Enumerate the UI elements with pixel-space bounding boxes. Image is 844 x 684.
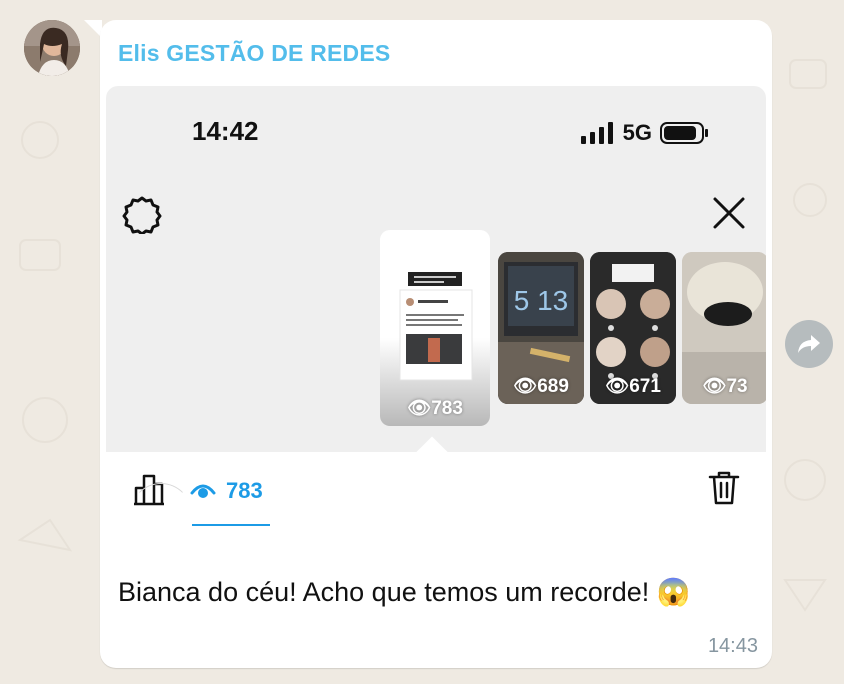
viewers-tab[interactable]: 783 (190, 478, 263, 504)
message-timestamp: 14:43 (707, 635, 758, 657)
network-label: 5G (622, 120, 652, 145)
avatar-outline-partial (130, 483, 192, 545)
status-bar-time: 14:42 (192, 116, 259, 146)
story-view-count: 👁783 (407, 398, 463, 419)
image-attachment[interactable]: 14:42 5G 👁783 5 13 👁689 👁671 👁73 783 (106, 86, 766, 566)
story-view-count: 👁73 (702, 376, 748, 397)
story-screen: 14:42 5G 👁783 5 13 👁689 👁671 👁73 (106, 86, 766, 452)
story-thumbnail-selected[interactable]: 👁783 (380, 230, 490, 426)
battery-icon (660, 122, 708, 144)
close-icon[interactable] (712, 196, 746, 230)
eye-icon (190, 484, 216, 498)
story-view-count: 👁671 (605, 376, 661, 397)
story-view-count: 👁689 (513, 376, 569, 397)
sender-name[interactable]: Elis GESTÃO DE REDES (118, 40, 390, 67)
message-text: Bianca do céu! Acho que temos um recorde… (118, 577, 691, 607)
story-thumbnail[interactable]: 5 13 👁689 (498, 252, 584, 404)
sender-avatar[interactable] (24, 20, 80, 76)
viewers-count: 783 (226, 478, 263, 503)
svg-text:5 13: 5 13 (514, 285, 569, 316)
story-stats-toolbar: 783 (106, 452, 766, 528)
signal-icon (580, 122, 613, 144)
settings-icon[interactable] (122, 194, 162, 234)
story-thumbnail[interactable]: 👁73 (682, 252, 766, 404)
story-thumbnail[interactable]: 👁671 (590, 252, 676, 404)
forward-icon (798, 335, 820, 353)
trash-icon[interactable] (708, 470, 740, 506)
status-bar-icons: 5G (580, 120, 710, 146)
active-tab-indicator (192, 524, 270, 526)
message-bubble[interactable]: Elis GESTÃO DE REDES 14:42 5G 👁783 5 13 … (100, 20, 772, 668)
forward-button[interactable] (785, 320, 833, 368)
